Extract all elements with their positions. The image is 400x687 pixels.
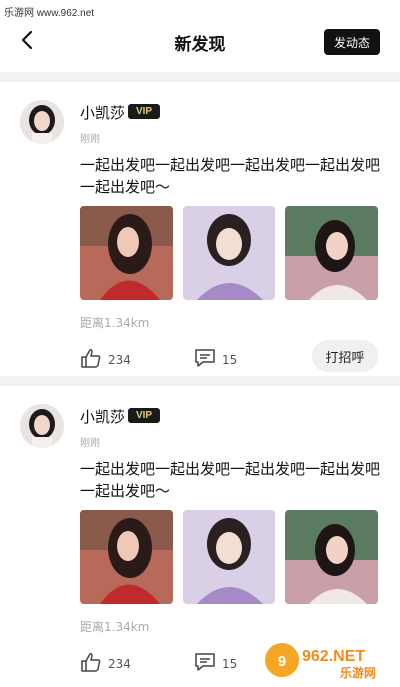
post-text: 一起出发吧一起出发吧一起出发吧一起出发吧一起出发吧～	[80, 460, 381, 500]
comment-count: 15	[222, 352, 238, 367]
username[interactable]: 小凯莎	[80, 102, 125, 123]
vip-badge: VIP	[128, 408, 160, 423]
section-divider	[0, 376, 400, 386]
distance-text: 距离1.34km	[80, 620, 150, 634]
post-photo[interactable]	[285, 206, 379, 300]
post-photo[interactable]	[80, 206, 173, 300]
logo-sub: 乐游网	[340, 665, 376, 680]
photo-grid	[80, 510, 379, 604]
avatar[interactable]	[20, 100, 64, 144]
comment-button[interactable]: 15	[194, 652, 237, 675]
logo-brand: 962.NET	[302, 648, 365, 665]
post-photo[interactable]	[285, 510, 379, 604]
like-count: 234	[108, 656, 131, 671]
thumbs-up-icon	[80, 652, 102, 675]
like-count: 234	[108, 352, 131, 367]
post-time: 刚刚	[80, 134, 100, 145]
comment-icon	[194, 348, 216, 371]
thumbs-up-icon	[80, 348, 102, 371]
svg-text:9: 9	[278, 653, 286, 670]
post-photo[interactable]	[80, 510, 173, 604]
post-photo[interactable]	[182, 206, 276, 300]
like-button[interactable]: 234	[80, 652, 131, 675]
username[interactable]: 小凯莎	[80, 406, 125, 427]
greet-button[interactable]: 打招呼	[312, 340, 378, 372]
post-text: 一起出发吧一起出发吧一起出发吧一起出发吧一起出发吧～	[80, 156, 381, 196]
post-photo[interactable]	[182, 510, 276, 604]
distance-text: 距离1.34km	[80, 316, 150, 330]
post-time: 刚刚	[80, 438, 100, 449]
site-logo: 9 962.NET 乐游网	[262, 639, 392, 681]
vip-badge: VIP	[128, 104, 160, 119]
post-moment-button[interactable]: 发动态	[324, 29, 380, 55]
comment-count: 15	[222, 656, 238, 671]
post-card: 小凯莎 VIP 刚刚 一起出发吧一起出发吧一起出发吧一起出发吧一起出发吧～ 距离…	[0, 82, 400, 376]
section-divider	[0, 72, 400, 82]
comment-icon	[194, 652, 216, 675]
site-watermark: 乐游网 www.962.net	[4, 8, 95, 19]
photo-grid	[80, 206, 379, 300]
comment-button[interactable]: 15	[194, 348, 237, 371]
like-button[interactable]: 234	[80, 348, 131, 371]
avatar[interactable]	[20, 404, 64, 448]
